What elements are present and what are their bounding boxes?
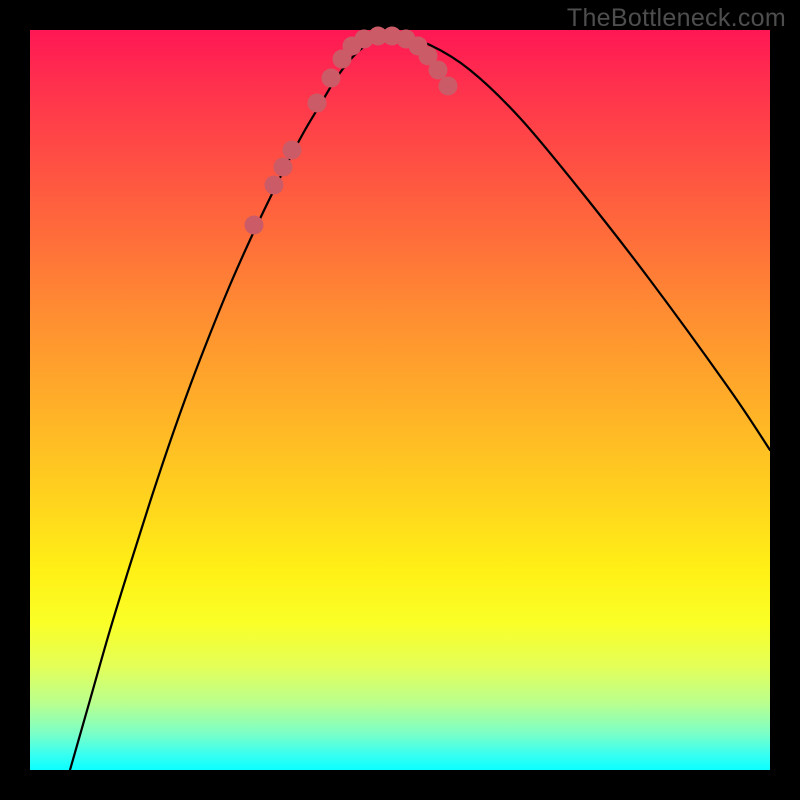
watermark-text: TheBottleneck.com bbox=[567, 4, 786, 33]
curve-markers bbox=[245, 27, 458, 235]
curve-marker bbox=[265, 176, 284, 195]
curve-marker bbox=[429, 61, 448, 80]
chart-frame: TheBottleneck.com bbox=[0, 0, 800, 800]
curve-marker bbox=[274, 158, 293, 177]
curve-marker bbox=[283, 141, 302, 160]
curve-marker bbox=[245, 216, 264, 235]
curve-marker bbox=[322, 69, 341, 88]
curve-marker bbox=[439, 77, 458, 96]
curve-svg bbox=[30, 30, 770, 770]
plot-area bbox=[30, 30, 770, 770]
curve-marker bbox=[308, 94, 327, 113]
bottleneck-curve bbox=[70, 37, 770, 770]
